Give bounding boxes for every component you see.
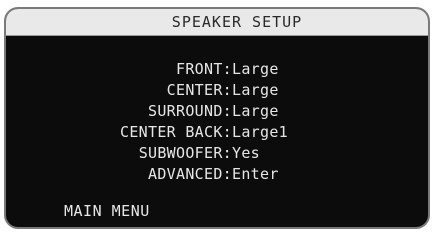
screen-title: SPEAKER SETUP (6, 9, 428, 36)
menu-item-label: ADVANCED: (148, 165, 232, 183)
menu-item-label: FRONT: (176, 60, 232, 78)
menu-item-label: CENTER BACK: (120, 123, 232, 141)
menu-item-front[interactable]: FRONT: Large (6, 59, 428, 80)
menu-item-value: Large (232, 60, 279, 78)
menu-item-value: Enter (232, 165, 279, 183)
menu-item-value: Large (232, 102, 279, 120)
menu-item-advanced[interactable]: ADVANCED: Enter (6, 164, 428, 185)
menu-item-value: Yes (232, 144, 260, 162)
menu-item-subwoofer[interactable]: SUBWOOFER: Yes (6, 143, 428, 164)
osd-screen: SPEAKER SETUP FRONT: Large CENTER: Large S… (4, 7, 430, 229)
menu-item-value: Large1 (232, 123, 288, 141)
menu-item-surround[interactable]: SURROUND: Large (6, 101, 428, 122)
menu-item-value: Large (232, 81, 279, 99)
main-menu-link[interactable]: MAIN MENU (64, 202, 150, 220)
menu-item-label: SUBWOOFER: (138, 144, 232, 162)
menu-item-label: CENTER: (166, 81, 232, 99)
menu-item-center[interactable]: CENTER: Large (6, 80, 428, 101)
speaker-setup-menu: FRONT: Large CENTER: Large SURROUND: Large … (6, 59, 428, 185)
menu-item-center-back[interactable]: CENTER BACK: Large1 (6, 122, 428, 143)
menu-item-label: SURROUND: (148, 102, 232, 120)
